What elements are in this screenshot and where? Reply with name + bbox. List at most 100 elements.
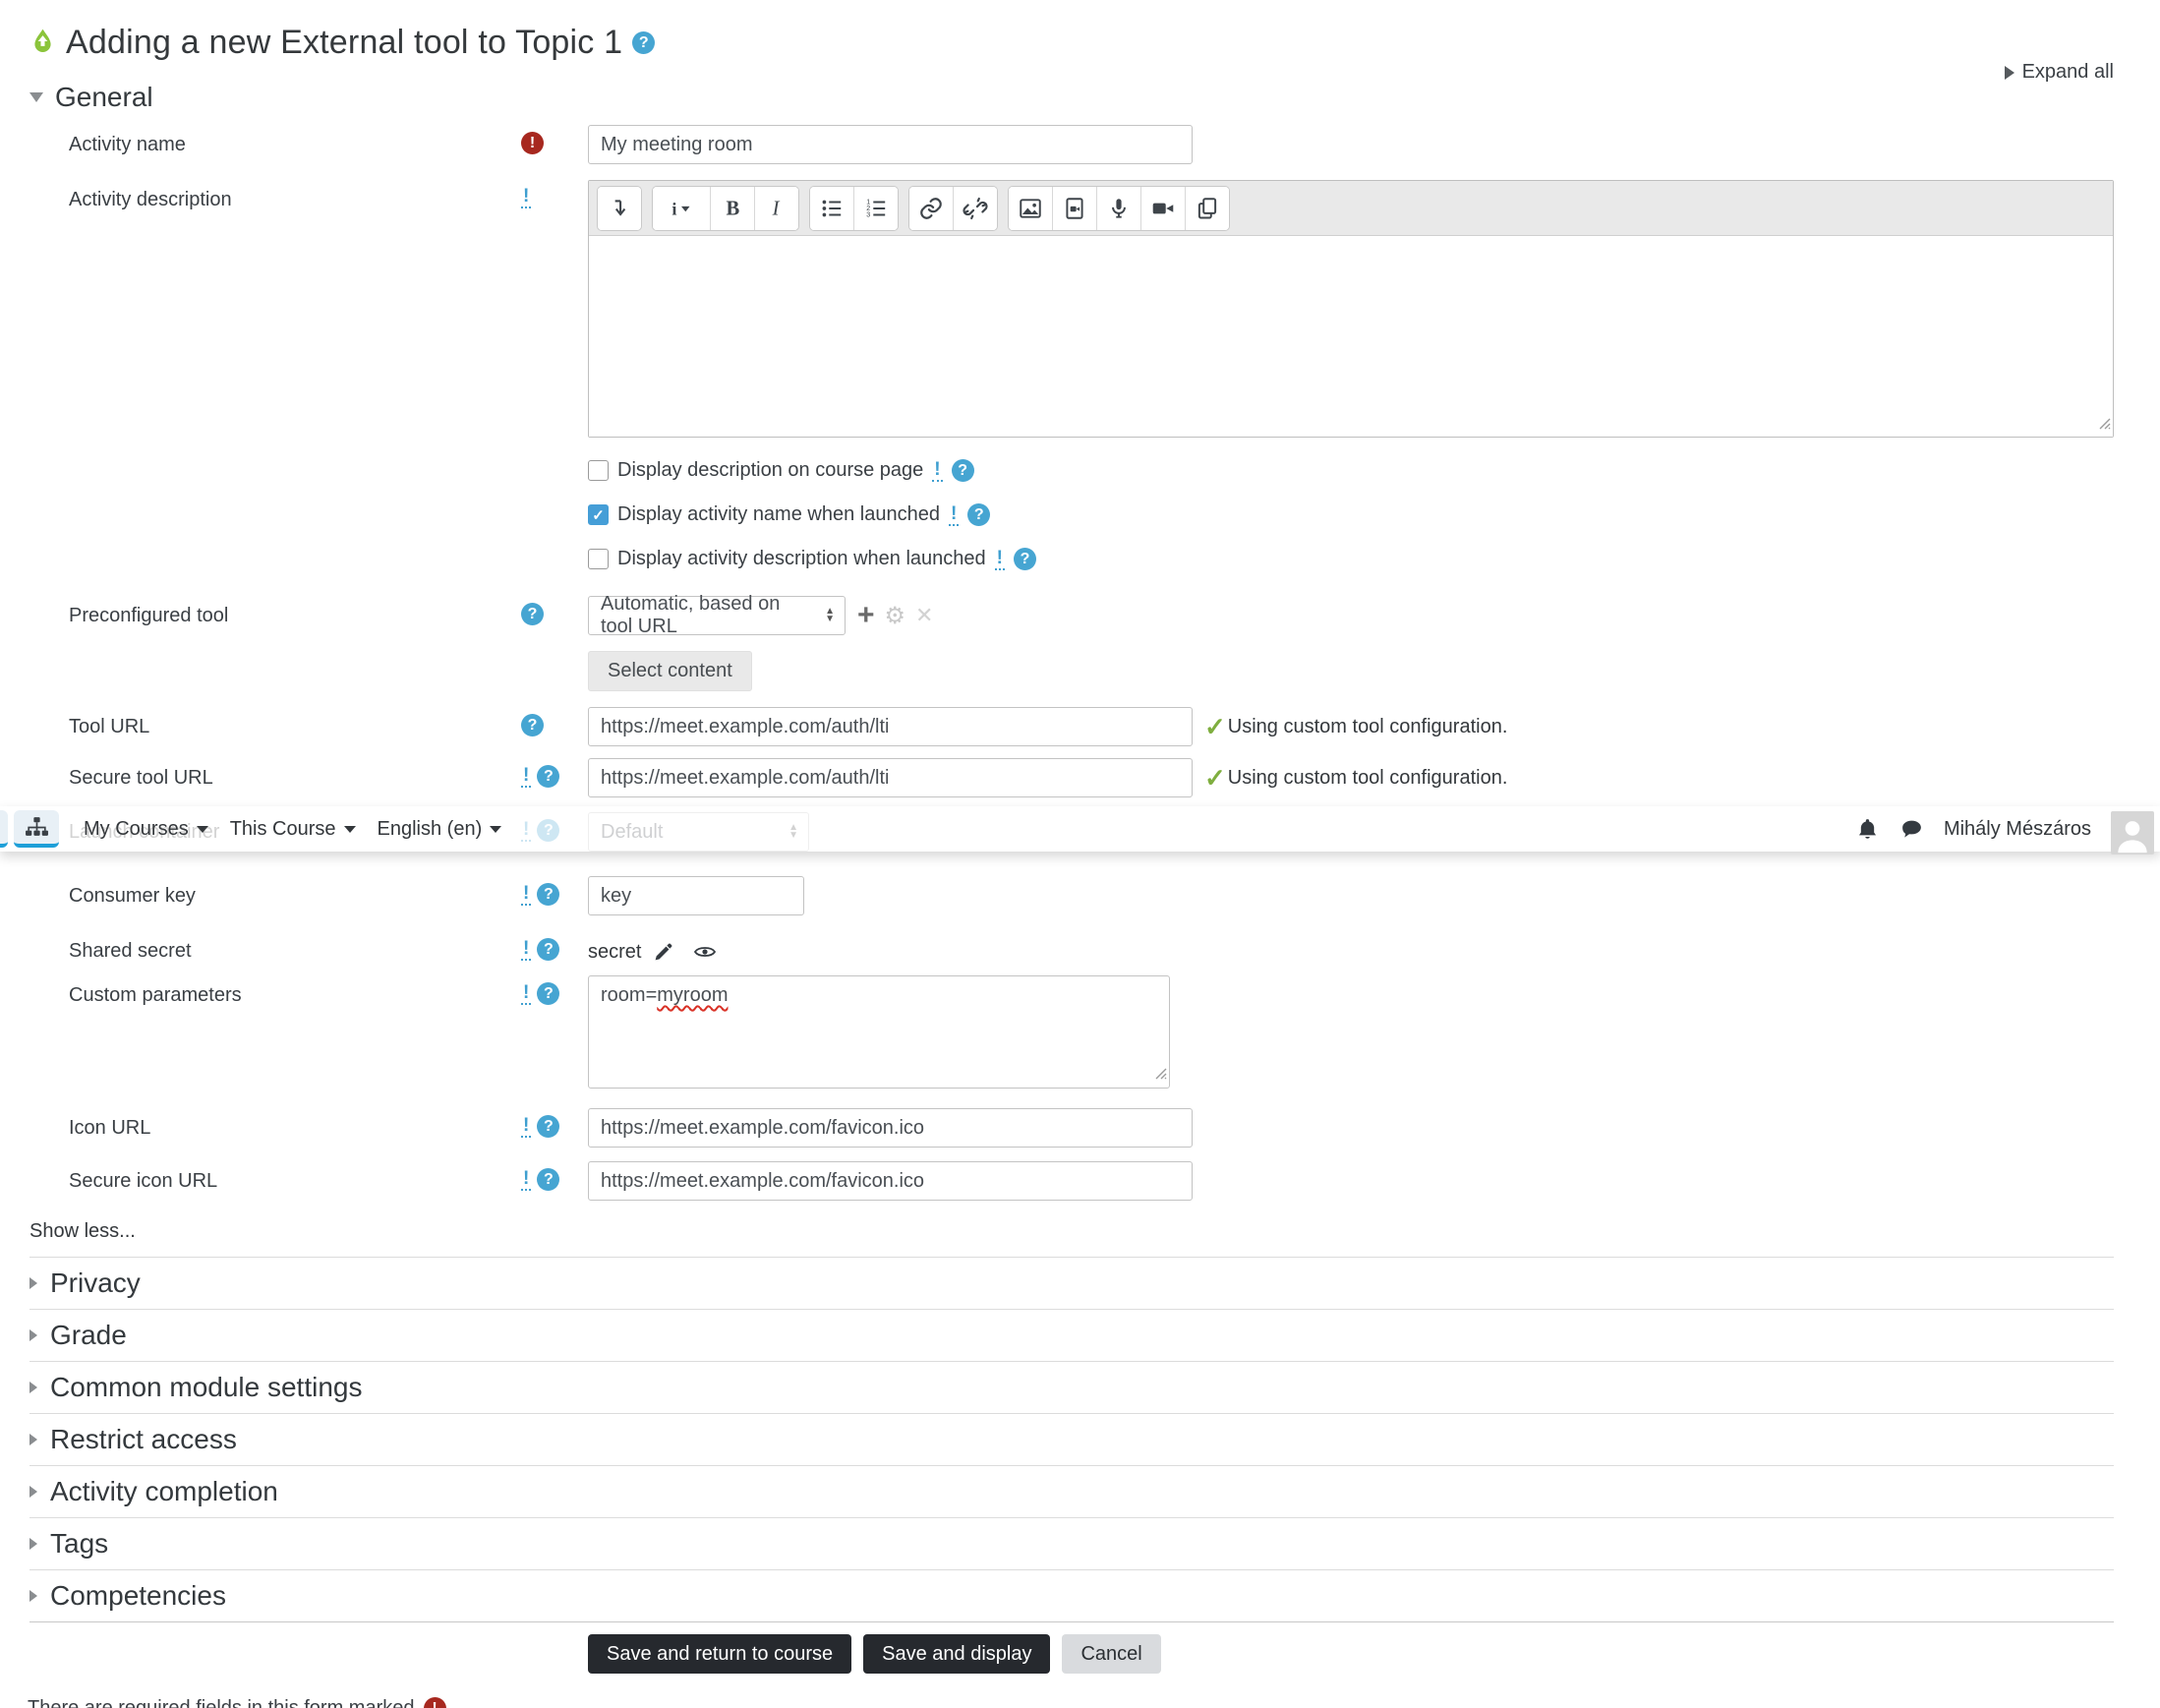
exclamation-icon[interactable] [521, 766, 532, 788]
checkmark-icon: ✓ [1204, 762, 1226, 793]
secure-icon-url-row: Secure icon URL [0, 1161, 2114, 1201]
help-icon[interactable] [951, 459, 974, 482]
editor-italic-button[interactable]: I [754, 186, 798, 230]
editor-insert-media-button[interactable] [1052, 186, 1096, 230]
resize-handle-icon[interactable] [2097, 416, 2111, 435]
insert-image-icon [1020, 198, 1041, 218]
editor-record-audio-button[interactable] [1096, 186, 1140, 230]
nav-tab-sitemap[interactable] [14, 810, 59, 848]
section-activity-completion[interactable]: Activity completion [29, 1466, 2114, 1518]
help-icon[interactable] [537, 883, 560, 906]
nav-tab-home[interactable] [0, 810, 8, 848]
help-icon[interactable] [521, 603, 544, 625]
section-grade[interactable]: Grade [29, 1310, 2114, 1362]
add-tool-icon[interactable]: + [857, 601, 875, 630]
messages-chat-icon[interactable] [1899, 817, 1924, 842]
notifications-bell-icon[interactable] [1855, 817, 1880, 842]
help-icon[interactable] [1013, 548, 1036, 570]
italic-icon: I [772, 198, 781, 219]
page-title: Adding a new External tool to Topic 1 [66, 24, 623, 61]
exclamation-icon[interactable] [521, 983, 532, 1005]
exclamation-icon[interactable] [521, 1116, 532, 1138]
secure-icon-url-label: Secure icon URL [69, 1170, 218, 1192]
display-activity-name-checkbox[interactable] [588, 504, 609, 525]
form-actions: Save and return to course Save and displ… [588, 1634, 2160, 1674]
nav-menu-my-courses[interactable]: My Courses [84, 818, 208, 841]
editor-unlink-button[interactable] [953, 186, 997, 230]
editor-manage-files-button[interactable] [1185, 186, 1229, 230]
editor-insert-image-button[interactable] [1009, 186, 1052, 230]
nav-menu-this-course[interactable]: This Course [230, 818, 356, 841]
help-icon[interactable] [537, 982, 560, 1005]
page-help-icon[interactable] [632, 31, 656, 54]
exclamation-icon[interactable] [521, 939, 532, 961]
navbar-user-area: Mihály Mészáros [1855, 803, 2160, 854]
exclamation-icon[interactable] [521, 187, 532, 208]
avatar[interactable] [2111, 811, 2154, 854]
editor-collapse-toolbar-button[interactable] [598, 186, 641, 230]
svg-text:3: 3 [866, 211, 870, 218]
show-less-link[interactable]: Show less... [29, 1220, 2160, 1243]
select-content-button[interactable]: Select content [588, 651, 752, 691]
chevron-down-icon [196, 825, 208, 833]
exclamation-icon[interactable] [932, 460, 943, 482]
save-and-display-button[interactable]: Save and display [863, 1634, 1051, 1674]
help-icon[interactable] [967, 503, 991, 526]
preconfigured-tool-select[interactable]: Automatic, based on tool URL ▲ ▼ [588, 593, 846, 637]
editor-unordered-list-button[interactable] [810, 186, 853, 230]
display-description-row: Display description on course page [588, 459, 2160, 482]
nav-menu-language[interactable]: English (en) [378, 818, 502, 841]
editor-record-video-button[interactable] [1140, 186, 1185, 230]
insert-media-icon [1066, 197, 1083, 219]
exclamation-icon[interactable] [521, 884, 532, 906]
expand-arrow-icon [29, 1434, 37, 1445]
secure-tool-url-input[interactable] [588, 758, 1193, 797]
section-tags[interactable]: Tags [29, 1518, 2114, 1570]
show-secret-eye-icon[interactable] [693, 940, 717, 964]
editor-ordered-list-button[interactable]: 123 [853, 186, 898, 230]
exclamation-icon[interactable] [521, 1169, 532, 1191]
exclamation-icon[interactable] [994, 549, 1005, 570]
activity-name-input[interactable] [588, 125, 1193, 164]
help-icon[interactable] [537, 1115, 560, 1138]
display-activity-description-checkbox[interactable] [588, 549, 609, 569]
save-and-return-button[interactable]: Save and return to course [588, 1634, 852, 1674]
user-name[interactable]: Mihály Mészáros [1944, 818, 2091, 841]
help-icon[interactable] [521, 714, 544, 736]
display-description-checkbox[interactable] [588, 460, 609, 481]
unlink-icon [963, 197, 988, 219]
record-video-icon [1152, 203, 1174, 213]
display-activity-name-row: Display activity name when launched [588, 503, 2160, 526]
tool-url-input[interactable] [588, 707, 1193, 746]
delete-tool-icon: ✕ [915, 603, 934, 627]
editor-paragraph-styles-button[interactable]: i [653, 186, 710, 230]
resize-handle-icon[interactable] [1153, 1063, 1167, 1086]
help-icon[interactable] [537, 1168, 560, 1191]
moodle-activity-form-page: Adding a new External tool to Topic 1 Ex… [0, 0, 2160, 1708]
section-common-module-settings[interactable]: Common module settings [29, 1362, 2114, 1414]
link-icon [920, 197, 942, 219]
editor-text-area[interactable] [589, 236, 2113, 437]
help-icon[interactable] [537, 765, 560, 788]
custom-parameters-misspelled-word: myroom [657, 984, 729, 1006]
consumer-key-row: Consumer key [0, 876, 2114, 915]
section-competencies[interactable]: Competencies [29, 1570, 2114, 1622]
edit-pencil-icon[interactable] [653, 942, 673, 963]
exclamation-icon[interactable] [948, 504, 960, 526]
secure-icon-url-input[interactable] [588, 1161, 1193, 1201]
editor-link-button[interactable] [909, 186, 953, 230]
section-restrict-access[interactable]: Restrict access [29, 1414, 2114, 1466]
icon-url-label: Icon URL [69, 1117, 151, 1139]
expand-all-link[interactable]: Expand all [2004, 61, 2114, 84]
consumer-key-input[interactable] [588, 876, 804, 915]
consumer-key-label: Consumer key [69, 885, 196, 907]
section-general-header[interactable]: General [29, 82, 2160, 113]
custom-parameters-textarea[interactable]: room=myroom [588, 975, 1170, 1089]
shared-secret-label: Shared secret [69, 940, 192, 962]
cancel-button[interactable]: Cancel [1062, 1634, 1161, 1674]
shared-secret-value: secret [588, 940, 642, 963]
help-icon[interactable] [537, 938, 560, 961]
editor-bold-button[interactable]: B [710, 186, 754, 230]
icon-url-input[interactable] [588, 1108, 1193, 1148]
section-privacy[interactable]: Privacy [29, 1258, 2114, 1310]
